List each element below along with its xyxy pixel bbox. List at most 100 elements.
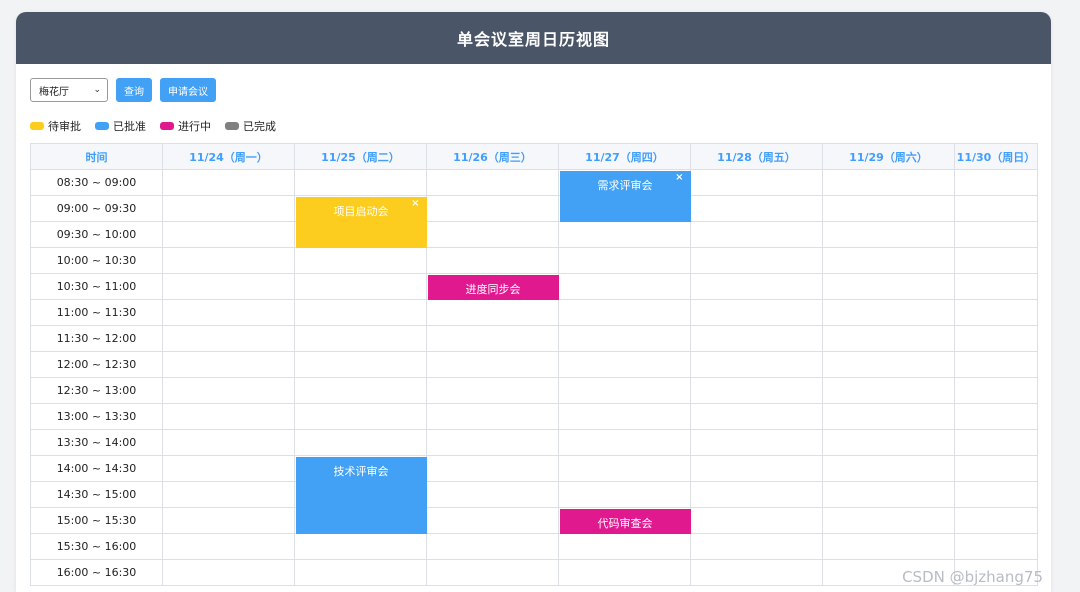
- calendar-cell[interactable]: [558, 273, 691, 300]
- calendar-cell[interactable]: [954, 351, 1038, 378]
- calendar-cell[interactable]: [426, 299, 559, 326]
- calendar-cell[interactable]: [690, 351, 823, 378]
- close-icon[interactable]: ×: [411, 198, 419, 209]
- calendar-cell[interactable]: [690, 325, 823, 352]
- meeting-block[interactable]: 项目启动会 ×: [295, 196, 427, 248]
- calendar-cell[interactable]: [822, 299, 955, 326]
- calendar-cell[interactable]: [690, 455, 823, 482]
- calendar-cell[interactable]: [954, 377, 1038, 404]
- calendar-cell[interactable]: [690, 507, 823, 534]
- query-button[interactable]: 查询: [116, 78, 152, 102]
- calendar-cell[interactable]: [426, 377, 559, 404]
- calendar-cell[interactable]: [294, 377, 427, 404]
- calendar-cell[interactable]: [426, 247, 559, 274]
- calendar-cell[interactable]: [954, 325, 1038, 352]
- calendar-cell[interactable]: [954, 533, 1038, 560]
- calendar-cell[interactable]: [558, 481, 691, 508]
- calendar-cell[interactable]: [822, 429, 955, 456]
- calendar-cell[interactable]: [558, 351, 691, 378]
- calendar-cell[interactable]: [558, 429, 691, 456]
- calendar-cell[interactable]: [954, 169, 1038, 196]
- calendar-cell[interactable]: [426, 429, 559, 456]
- calendar-cell[interactable]: [822, 247, 955, 274]
- calendar-cell[interactable]: [690, 247, 823, 274]
- calendar-cell[interactable]: [162, 247, 295, 274]
- calendar-cell[interactable]: [822, 195, 955, 222]
- calendar-cell[interactable]: [822, 221, 955, 248]
- calendar-cell[interactable]: [822, 377, 955, 404]
- calendar-cell[interactable]: [162, 325, 295, 352]
- calendar-cell[interactable]: [690, 221, 823, 248]
- calendar-cell[interactable]: [954, 507, 1038, 534]
- calendar-cell[interactable]: [294, 325, 427, 352]
- calendar-cell[interactable]: [822, 403, 955, 430]
- apply-meeting-button[interactable]: 申请会议: [160, 78, 216, 102]
- calendar-cell[interactable]: [558, 221, 691, 248]
- calendar-cell[interactable]: [426, 507, 559, 534]
- calendar-cell[interactable]: [822, 325, 955, 352]
- calendar-cell[interactable]: [294, 247, 427, 274]
- calendar-cell[interactable]: [162, 195, 295, 222]
- calendar-cell[interactable]: [294, 429, 427, 456]
- calendar-cell[interactable]: [162, 429, 295, 456]
- calendar-cell[interactable]: [162, 169, 295, 196]
- calendar-cell[interactable]: [558, 533, 691, 560]
- calendar-cell[interactable]: [690, 273, 823, 300]
- calendar-cell[interactable]: [426, 221, 559, 248]
- calendar-cell[interactable]: [954, 273, 1038, 300]
- calendar-cell[interactable]: [690, 169, 823, 196]
- calendar-cell[interactable]: [690, 533, 823, 560]
- calendar-cell[interactable]: [954, 403, 1038, 430]
- room-select[interactable]: 梅花厅 ⌄: [30, 78, 108, 102]
- calendar-cell[interactable]: [822, 351, 955, 378]
- calendar-cell[interactable]: [690, 403, 823, 430]
- calendar-cell[interactable]: [294, 273, 427, 300]
- calendar-cell[interactable]: [162, 455, 295, 482]
- calendar-cell[interactable]: [294, 559, 427, 586]
- calendar-cell[interactable]: [162, 403, 295, 430]
- calendar-cell[interactable]: [822, 533, 955, 560]
- calendar-cell[interactable]: [558, 403, 691, 430]
- meeting-block[interactable]: 需求评审会 ×: [559, 170, 691, 222]
- calendar-cell[interactable]: [294, 299, 427, 326]
- calendar-cell[interactable]: [558, 299, 691, 326]
- calendar-cell[interactable]: [558, 247, 691, 274]
- calendar-cell[interactable]: [690, 195, 823, 222]
- calendar-cell[interactable]: [162, 351, 295, 378]
- calendar-cell[interactable]: [822, 507, 955, 534]
- calendar-cell[interactable]: [162, 221, 295, 248]
- calendar-cell[interactable]: [954, 455, 1038, 482]
- calendar-cell[interactable]: [954, 195, 1038, 222]
- calendar-cell[interactable]: [954, 221, 1038, 248]
- calendar-cell[interactable]: [162, 559, 295, 586]
- calendar-cell[interactable]: [822, 455, 955, 482]
- calendar-cell[interactable]: [294, 351, 427, 378]
- calendar-cell[interactable]: [954, 247, 1038, 274]
- calendar-cell[interactable]: [558, 325, 691, 352]
- calendar-cell[interactable]: [162, 507, 295, 534]
- calendar-cell[interactable]: [822, 169, 955, 196]
- calendar-cell[interactable]: [294, 403, 427, 430]
- meeting-block[interactable]: 代码审查会: [559, 508, 691, 534]
- calendar-cell[interactable]: [558, 455, 691, 482]
- calendar-cell[interactable]: [822, 273, 955, 300]
- meeting-block[interactable]: 技术评审会: [295, 456, 427, 534]
- calendar-cell[interactable]: [426, 351, 559, 378]
- calendar-cell[interactable]: [162, 533, 295, 560]
- calendar-cell[interactable]: [954, 299, 1038, 326]
- calendar-cell[interactable]: [162, 299, 295, 326]
- calendar-cell[interactable]: [162, 377, 295, 404]
- calendar-cell[interactable]: [690, 429, 823, 456]
- calendar-cell[interactable]: [822, 481, 955, 508]
- calendar-cell[interactable]: [162, 273, 295, 300]
- calendar-cell[interactable]: [690, 377, 823, 404]
- calendar-cell[interactable]: [954, 481, 1038, 508]
- calendar-cell[interactable]: [294, 169, 427, 196]
- calendar-cell[interactable]: [690, 559, 823, 586]
- calendar-cell[interactable]: [558, 559, 691, 586]
- calendar-cell[interactable]: [426, 455, 559, 482]
- calendar-cell[interactable]: [690, 299, 823, 326]
- calendar-cell[interactable]: [426, 533, 559, 560]
- calendar-cell[interactable]: [162, 481, 295, 508]
- close-icon[interactable]: ×: [675, 172, 683, 183]
